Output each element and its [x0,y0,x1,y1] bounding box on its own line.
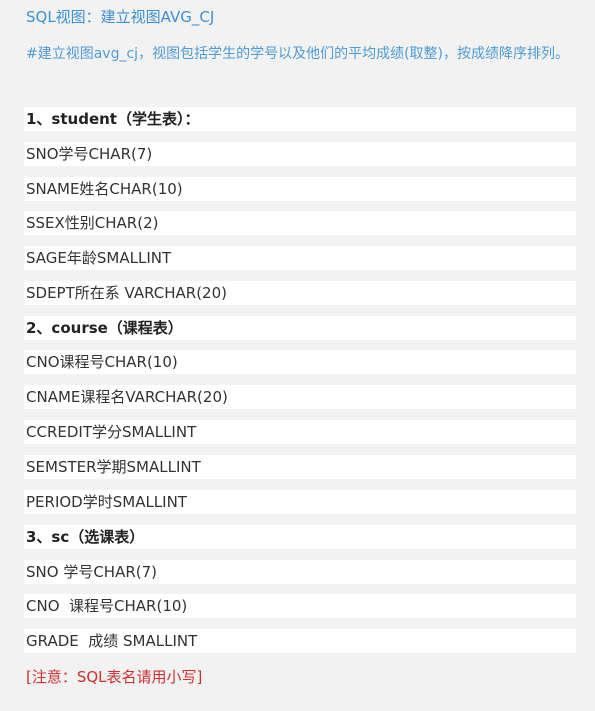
field-row: GRADE 成绩 SMALLINT [24,629,576,653]
page-title: SQL视图：建立视图AVG_CJ [26,8,215,26]
field-row: CCREDIT学分SMALLINT [24,420,576,444]
field-row: SNAME姓名CHAR(10) [24,177,576,201]
table-heading-sc: 3、sc（选课表） [24,525,576,549]
task-description: #建立视图avg_cj，视图包括学生的学号以及他们的平均成绩(取整)，按成绩降序… [26,46,569,62]
field-row: SNO学号CHAR(7) [24,142,576,166]
field-row: SSEX性别CHAR(2) [24,211,576,235]
field-row: CNO 课程号CHAR(10) [24,594,576,618]
field-row: PERIOD学时SMALLINT [24,490,576,514]
field-row: SAGE年龄SMALLINT [24,246,576,270]
field-row: SNO 学号CHAR(7) [24,560,576,584]
field-row: CNAME课程名VARCHAR(20) [24,385,576,409]
table-heading-student: 1、student（学生表）： [24,107,576,131]
note-text: [注意：SQL表名请用小写] [26,668,203,686]
field-row: CNO课程号CHAR(10) [24,350,576,374]
field-row: SDEPT所在系 VARCHAR(20) [24,281,576,305]
table-heading-course: 2、course（课程表） [24,316,576,340]
field-row: SEMSTER学期SMALLINT [24,455,576,479]
